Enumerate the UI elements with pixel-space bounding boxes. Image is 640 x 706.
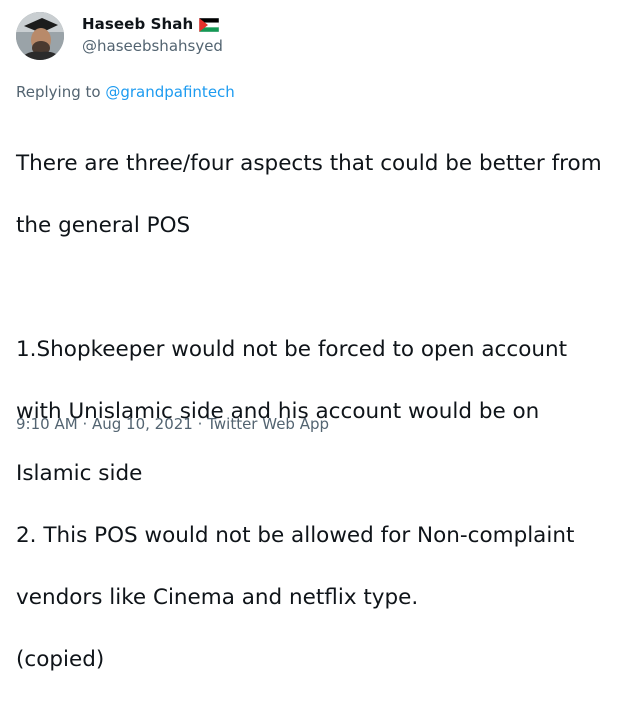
palestine-flag-icon bbox=[199, 17, 220, 33]
tweet-date[interactable]: Aug 10, 2021 bbox=[92, 415, 193, 433]
meta-separator: · bbox=[197, 415, 203, 433]
tweet-text: There are three/four aspects that could … bbox=[16, 117, 628, 706]
tweet-time[interactable]: 9:10 AM bbox=[16, 415, 78, 433]
tweet-meta: 9:10 AM · Aug 10, 2021 · Twitter Web App bbox=[16, 415, 329, 433]
tweet-text-line bbox=[16, 272, 628, 303]
author-handle[interactable]: @haseebshahsyed bbox=[82, 37, 223, 55]
tweet-source[interactable]: Twitter Web App bbox=[207, 415, 329, 433]
tweet-card: Haseeb Shah @haseebshahsyed Replying to … bbox=[0, 0, 640, 672]
tweet-text-line: (copied) bbox=[16, 647, 105, 672]
tweet-text-line: 2. This POS would not be allowed for Non… bbox=[16, 523, 575, 548]
replying-to-line: Replying to @grandpafintech bbox=[16, 83, 235, 101]
avatar-image bbox=[16, 12, 64, 60]
tweet-text-line: vendors like Cinema and netflix type. bbox=[16, 585, 419, 610]
reply-mention-link[interactable]: @grandpafintech bbox=[105, 83, 234, 101]
tweet-text-line: There are three/four aspects that could … bbox=[16, 151, 602, 176]
tweet-text-line: Islamic side bbox=[16, 461, 143, 486]
tweet-text-line: the general POS bbox=[16, 213, 191, 238]
meta-separator: · bbox=[82, 415, 88, 433]
author-display-name[interactable]: Haseeb Shah bbox=[82, 15, 193, 33]
avatar[interactable] bbox=[16, 12, 64, 60]
replying-to-label: Replying to bbox=[16, 83, 101, 101]
author-name-row: Haseeb Shah bbox=[82, 14, 220, 34]
tweet-text-line: 1.Shopkeeper would not be forced to open… bbox=[16, 337, 568, 362]
